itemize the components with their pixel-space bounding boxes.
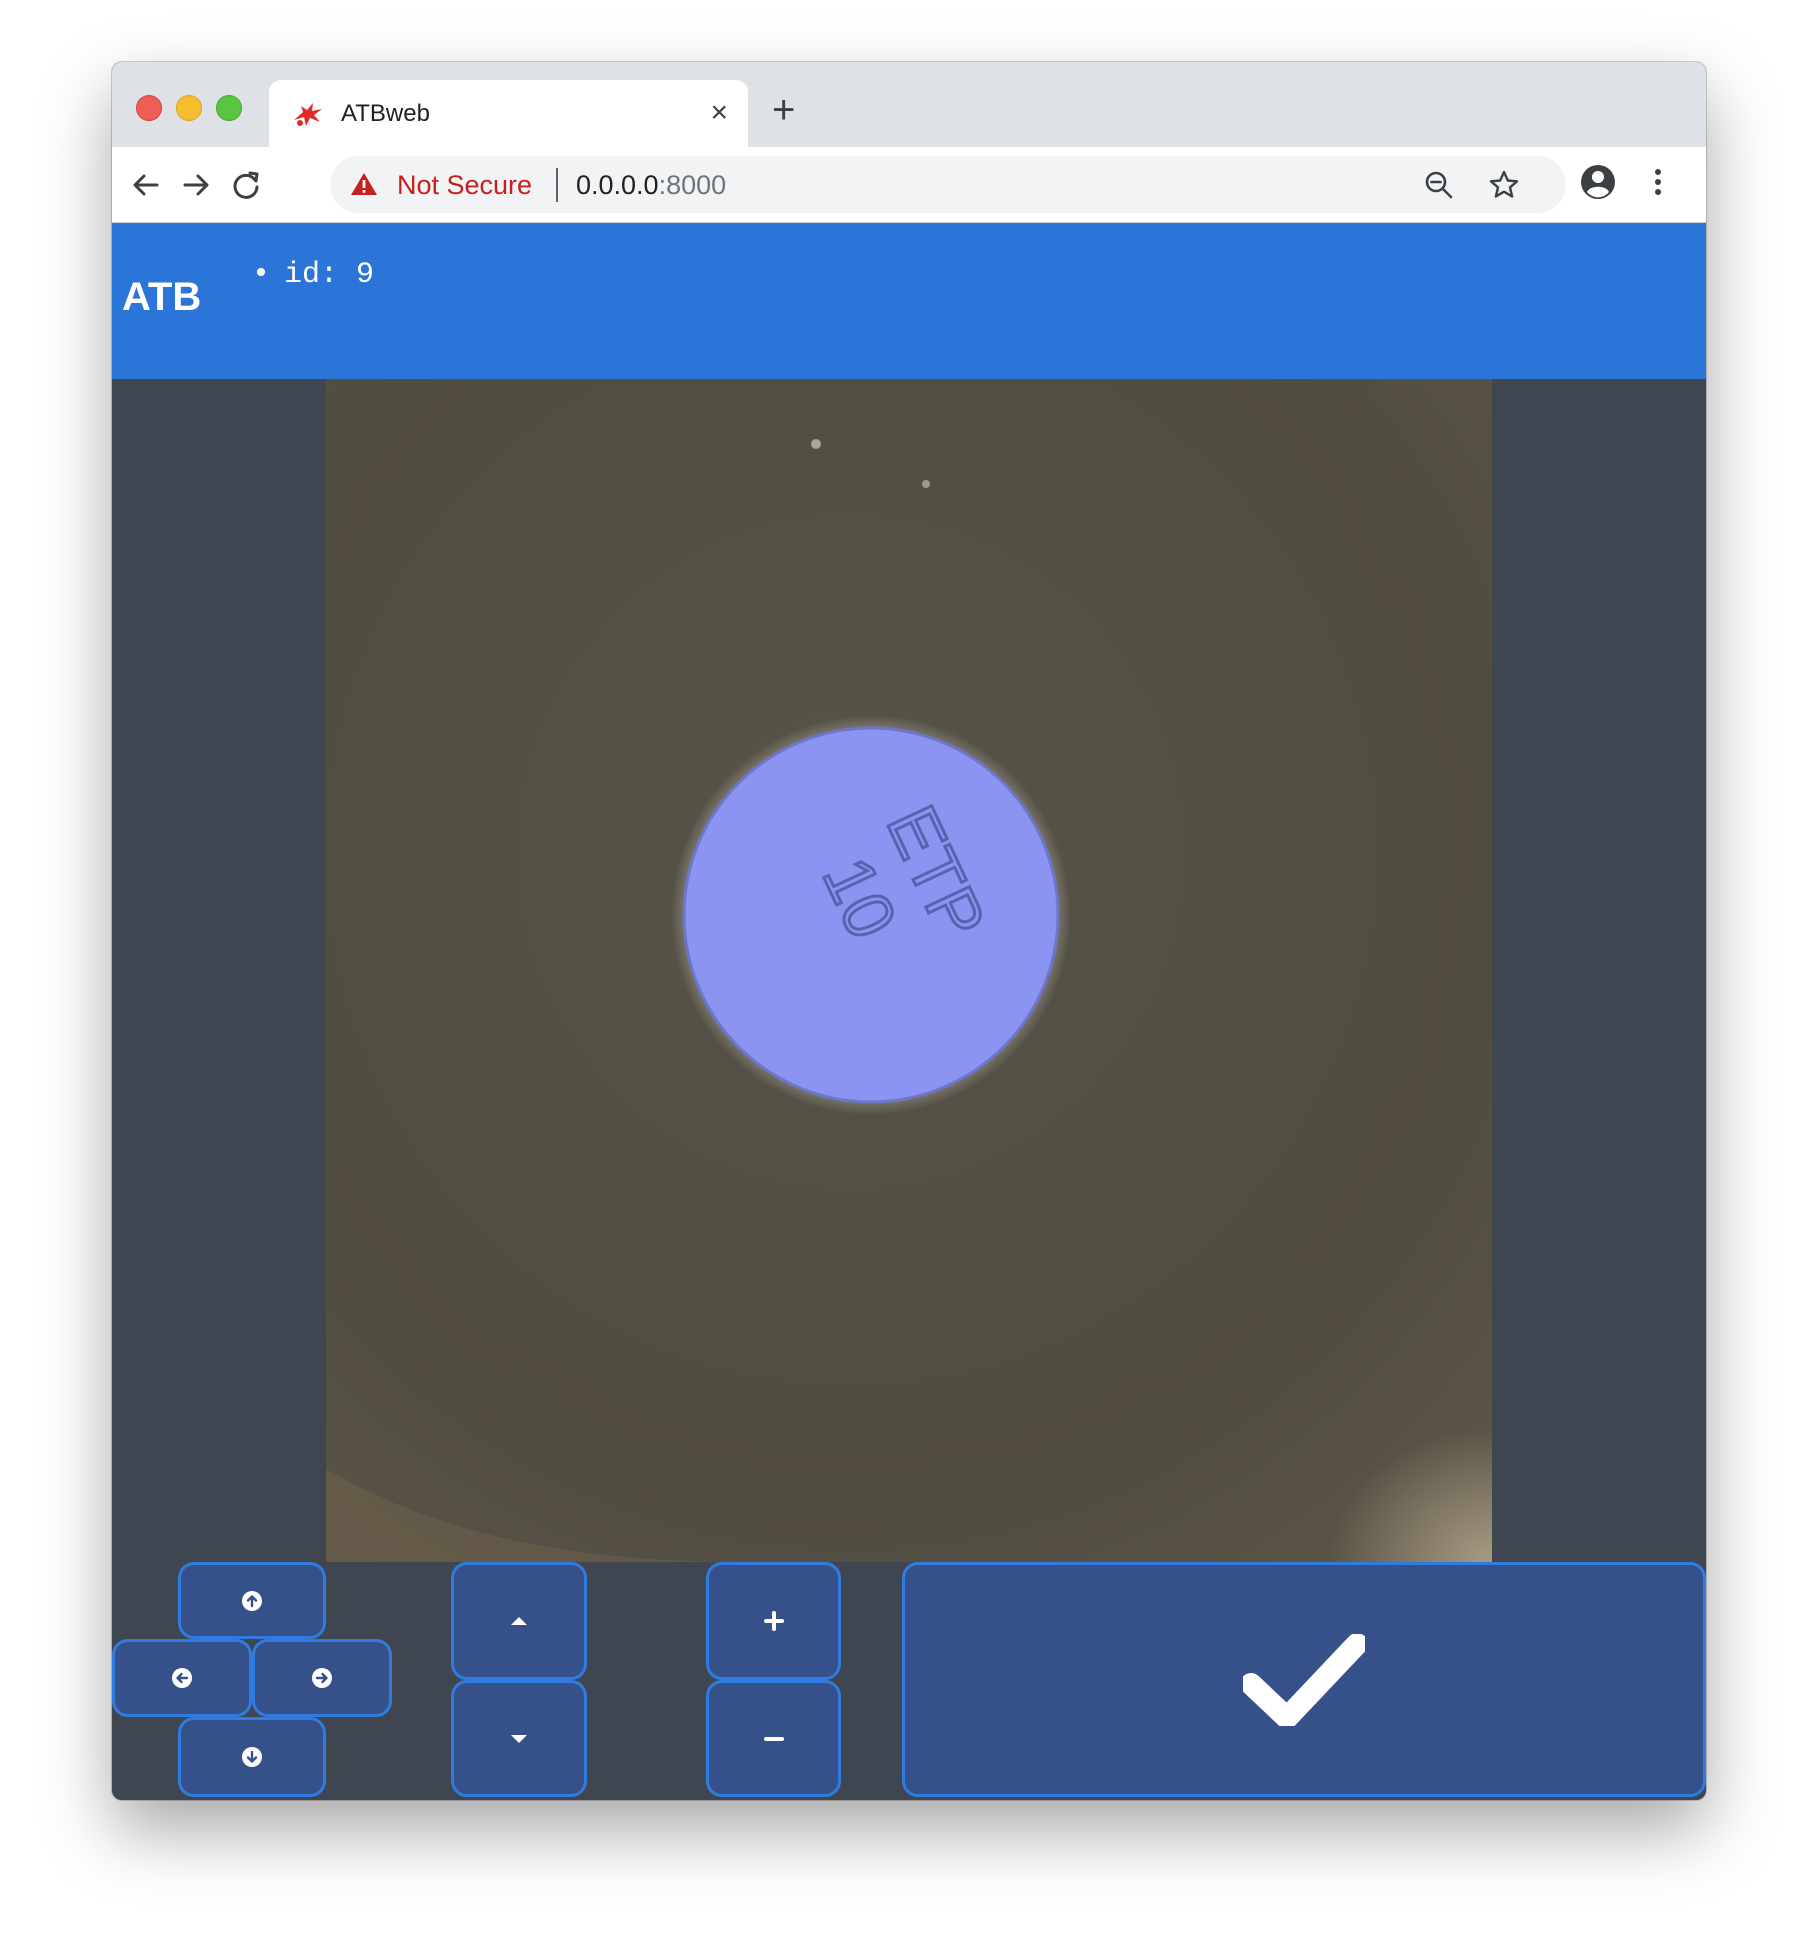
back-icon[interactable] bbox=[126, 165, 166, 205]
address-separator bbox=[556, 168, 558, 202]
main-content: ETP 10 bbox=[112, 379, 1706, 1800]
speck bbox=[922, 480, 930, 488]
caret-up-icon bbox=[511, 1617, 527, 1625]
zoom-out-button[interactable] bbox=[706, 1680, 841, 1797]
address-bar[interactable]: Not Secure 0.0.0.0:8000 bbox=[330, 156, 1566, 213]
culture-photo: ETP 10 bbox=[326, 379, 1492, 1562]
checkmark-icon bbox=[1243, 1633, 1365, 1726]
url-port: :8000 bbox=[658, 170, 727, 200]
plus-icon bbox=[763, 1611, 784, 1631]
browser-window: ATBweb × + Not Secure 0.0.0.0:8000 ATB •… bbox=[112, 62, 1706, 1800]
tab-strip: ATBweb × + bbox=[112, 62, 1706, 147]
more-menu-icon[interactable] bbox=[1638, 162, 1678, 202]
app-brand: ATB bbox=[122, 275, 202, 319]
tab-title: ATBweb bbox=[341, 100, 430, 127]
move-down-button[interactable] bbox=[178, 1717, 326, 1797]
record-id: • id: 9 bbox=[252, 258, 374, 292]
url-host: 0.0.0.0 bbox=[576, 170, 659, 200]
petri-dish-image: ETP 10 bbox=[326, 379, 1492, 1562]
step-up-button[interactable] bbox=[451, 1562, 587, 1680]
profile-avatar-icon[interactable] bbox=[1578, 162, 1618, 202]
close-window-button[interactable] bbox=[136, 95, 162, 121]
msf-logo-icon bbox=[294, 103, 322, 126]
move-up-button[interactable] bbox=[178, 1562, 326, 1639]
security-status[interactable]: Not Secure bbox=[397, 170, 532, 201]
warning-icon bbox=[351, 173, 377, 195]
browser-tab-atbweb[interactable]: ATBweb × bbox=[269, 80, 748, 147]
minimize-window-button[interactable] bbox=[176, 95, 202, 121]
new-tab-button[interactable]: + bbox=[772, 90, 795, 130]
minus-icon bbox=[763, 1736, 784, 1741]
zoom-out-icon[interactable] bbox=[1423, 169, 1455, 201]
maximize-window-button[interactable] bbox=[216, 95, 242, 121]
confirm-button[interactable] bbox=[902, 1562, 1706, 1797]
record-id-text: id: 9 bbox=[284, 258, 375, 292]
arrow-circle-down-icon bbox=[242, 1747, 262, 1767]
url-text[interactable]: 0.0.0.0:8000 bbox=[576, 170, 726, 201]
app-header: ATB • id: 9 bbox=[112, 223, 1706, 379]
bookmark-star-icon[interactable] bbox=[1488, 169, 1520, 201]
speck bbox=[811, 439, 821, 449]
tab-close-icon[interactable]: × bbox=[710, 96, 728, 130]
arrow-circle-up-icon bbox=[242, 1590, 262, 1611]
move-right-button[interactable] bbox=[252, 1639, 392, 1717]
move-left-button[interactable] bbox=[112, 1639, 252, 1717]
forward-icon[interactable] bbox=[176, 165, 216, 205]
arrow-circle-right-icon bbox=[312, 1668, 332, 1688]
zoom-in-button[interactable] bbox=[706, 1562, 841, 1680]
caret-down-icon bbox=[511, 1734, 527, 1743]
arrow-circle-left-icon bbox=[172, 1668, 192, 1688]
step-down-button[interactable] bbox=[451, 1680, 587, 1797]
reload-icon[interactable] bbox=[226, 165, 266, 205]
browser-toolbar: Not Secure 0.0.0.0:8000 bbox=[112, 147, 1706, 223]
id-bullet: • bbox=[252, 258, 271, 292]
